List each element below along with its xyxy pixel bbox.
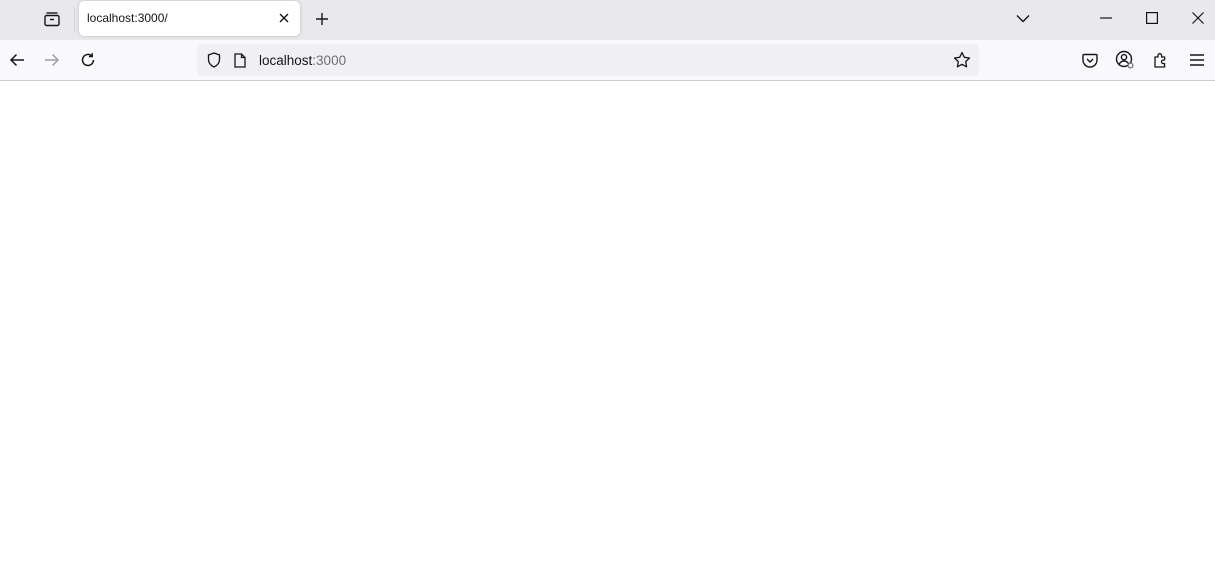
- tracking-protection-shield-icon[interactable]: [202, 48, 226, 72]
- tab-collections-icon[interactable]: [36, 4, 68, 34]
- pocket-icon[interactable]: [1076, 46, 1104, 74]
- close-tab-icon[interactable]: [274, 8, 294, 28]
- address-bar[interactable]: localhost:3000: [197, 44, 979, 76]
- back-arrow-left-icon[interactable]: [2, 45, 32, 75]
- page-info-icon[interactable]: [230, 48, 250, 72]
- url-port: :3000: [312, 53, 347, 68]
- bookmark-star-icon[interactable]: [949, 47, 975, 73]
- tab-title: localhost:3000/: [87, 11, 168, 25]
- url-host: localhost: [259, 53, 313, 68]
- forward-arrow-right-icon[interactable]: [37, 45, 67, 75]
- tab-localhost[interactable]: localhost:3000/: [79, 1, 300, 36]
- list-all-tabs-chevron-down-icon[interactable]: [1008, 4, 1038, 32]
- hamburger-menu-icon[interactable]: [1183, 46, 1211, 74]
- minimize-icon[interactable]: [1090, 4, 1122, 32]
- extensions-puzzle-icon[interactable]: [1147, 46, 1175, 74]
- browser-window: localhost:3000/ localhost:3000: [0, 0, 1215, 569]
- page-content: [0, 81, 1215, 569]
- reload-icon[interactable]: [73, 45, 103, 75]
- account-icon[interactable]: [1111, 46, 1139, 74]
- tab-strip: localhost:3000/: [0, 0, 1215, 40]
- close-window-icon[interactable]: [1182, 4, 1214, 32]
- url-text[interactable]: localhost:3000: [259, 53, 346, 68]
- tab-separator: [74, 8, 75, 32]
- navigation-toolbar: localhost:3000: [0, 40, 1215, 81]
- new-tab-plus-icon[interactable]: [308, 5, 336, 33]
- maximize-icon[interactable]: [1136, 4, 1168, 32]
